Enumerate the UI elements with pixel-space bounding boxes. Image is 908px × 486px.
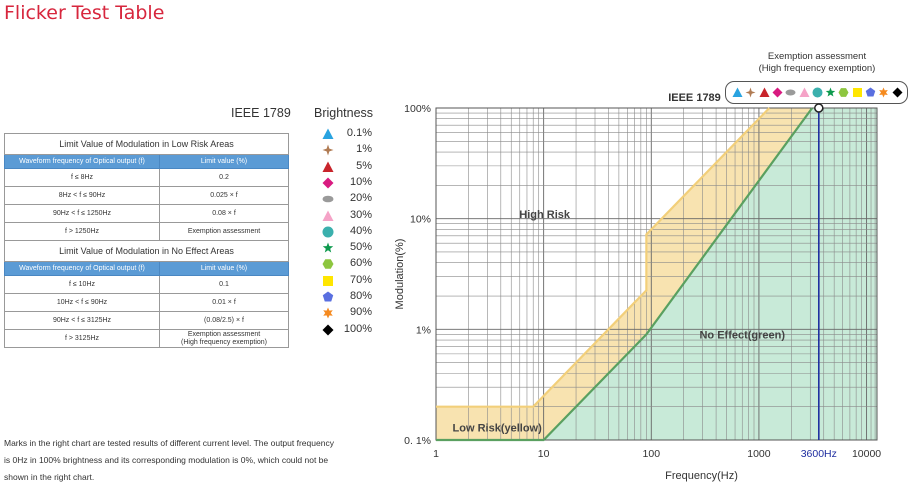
brightness-legend-label: 40% [349,224,372,237]
triangle-up-icon [322,161,334,172]
brightness-legend-item: 50% [322,241,382,256]
table-cell: Exemption assessment [159,222,289,241]
table-header-frequency: Waveform frequency of Optical output (f) [4,154,160,169]
square-icon [323,275,333,286]
table-cell: 90Hz < f ≤ 1250Hz [4,204,160,223]
table-row: f > 3125Hz Exemption assessment (High fre… [4,329,289,348]
table-cell: f ≤ 8Hz [4,168,160,187]
table-header-limit: Limit value (%) [159,261,289,276]
x-tick-label: 3600Hz [801,448,837,460]
table-header-limit: Limit value (%) [159,154,289,169]
table-cell: f > 3125Hz [4,329,160,348]
triangle-up-icon [322,210,334,221]
brightness-legend-item: 0.1% [322,127,382,142]
brightness-legend-label: 0.1% [346,127,372,139]
brightness-legend-item: 40% [322,225,382,240]
y-tick-label: 100% [404,103,431,115]
ieee-1789-chart: 1 10 100 1000 3600Hz 10000 0. 1% 1% 10% 100% IEEE … [394,92,881,482]
brightness-legend-item: 70% [322,274,382,289]
brightness-legend-item: 90% [322,306,382,321]
standard-label: IEEE 1789 [231,106,291,120]
table-cell: 10Hz < f ≤ 90Hz [4,293,160,312]
x-tick-label: 10 [538,448,550,460]
table-cell: 90Hz < f ≤ 3125Hz [4,311,160,330]
table-row: 10Hz < f ≤ 90Hz 0.01 × f [4,293,289,312]
brightness-legend-item: 1% [322,143,382,158]
x-tick-label: 1000 [747,448,771,460]
pentagon-icon [322,291,334,302]
table-cell: 8Hz < f ≤ 90Hz [4,186,160,205]
table-cell: 0.01 × f [159,293,289,312]
brightness-legend-item: 10% [322,176,382,191]
y-tick-label: 10% [410,214,431,226]
table-cell: (0.08/2.5) × f [159,311,289,330]
table-row: f ≤ 8Hz 0.2 [4,168,289,187]
brightness-legend-label: 20% [349,192,372,205]
star6-icon [323,307,333,319]
no-effect-label: No Effect(green) [699,329,785,341]
circle-icon [322,226,334,238]
star4-icon [322,144,334,156]
table-row: 8Hz < f ≤ 90Hz 0.025 × f [4,186,289,205]
brightness-legend-item: 30% [322,209,382,224]
brightness-legend-label: 30% [349,208,372,221]
x-axis-label: Frequency(Hz) [665,470,738,482]
star5-icon [322,242,334,253]
table-cell: 0.1 [159,275,289,294]
table-cell: f > 1250Hz [4,222,160,241]
brightness-legend-label: 80% [349,290,372,302]
notes-text: Marks in the right chart are tested resu… [4,438,334,482]
brightness-title: Brightness [314,106,374,120]
diamond-icon [322,324,334,336]
high-risk-label: High Risk [519,209,571,221]
table-row: f ≤ 10Hz 0.1 [4,275,289,294]
brightness-legend-label: 10% [349,175,372,188]
brightness-legend-label: 1% [356,143,372,156]
brightness-legend-item: 80% [322,290,382,305]
table-row: f > 1250Hz Exemption assessment [4,222,289,241]
low-risk-table: Limit Value of Modulation in Low Risk Ar… [4,133,289,348]
y-axis-label: Modulation(%) [394,239,406,310]
table-cell: 0.08 × f [159,204,289,223]
triangle-up-icon [322,128,334,139]
brightness-legend-item: 20% [322,192,382,207]
brightness-legend-item: 100% [322,323,382,338]
brightness-legend-label: 5% [356,159,372,172]
brightness-legend-item: 60% [322,257,382,272]
table-cell: f ≤ 10Hz [4,275,160,294]
x-tick-label: 10000 [852,448,881,460]
table-header-frequency: Waveform frequency of Optical output (f) [4,261,160,276]
hexagon-icon [322,259,334,270]
brightness-legend-label: 70% [349,273,372,286]
x-tick-label: 1 [433,448,439,460]
table-row: 90Hz < f ≤ 1250Hz 0.08 × f [4,204,289,223]
x-tick-label: 100 [643,448,661,460]
table-cell: 0.2 [159,168,289,187]
brightness-legend-label: 90% [349,306,372,319]
brightness-legend-label: 50% [349,241,372,254]
exemption-label: Exemption assessment (High frequency exe… [758,51,876,74]
measurement-point [814,103,824,113]
chart-title: IEEE 1789 [668,92,721,104]
brightness-legend-label: 100% [343,322,372,335]
diamond-icon [322,177,334,189]
y-tick-label: 1% [416,324,431,336]
table-row: 90Hz < f ≤ 3125Hz (0.08/2.5) × f [4,311,289,330]
low-risk-label: Low Risk(yellow) [453,422,543,434]
brightness-legend-label: 60% [349,257,372,270]
y-tick-label: 0. 1% [404,435,431,447]
no-effect-table-title: Limit Value of Modulation in No Effect A… [4,240,289,262]
table-cell: 0.025 × f [159,186,289,205]
brightness-legend-item: 5% [322,160,382,175]
table-cell: Exemption assessment (High frequency exe… [159,329,289,348]
page-title: Flicker Test Table [4,2,165,24]
low-risk-table-title: Limit Value of Modulation in Low Risk Ar… [4,133,289,155]
ellipse-icon [322,195,334,203]
